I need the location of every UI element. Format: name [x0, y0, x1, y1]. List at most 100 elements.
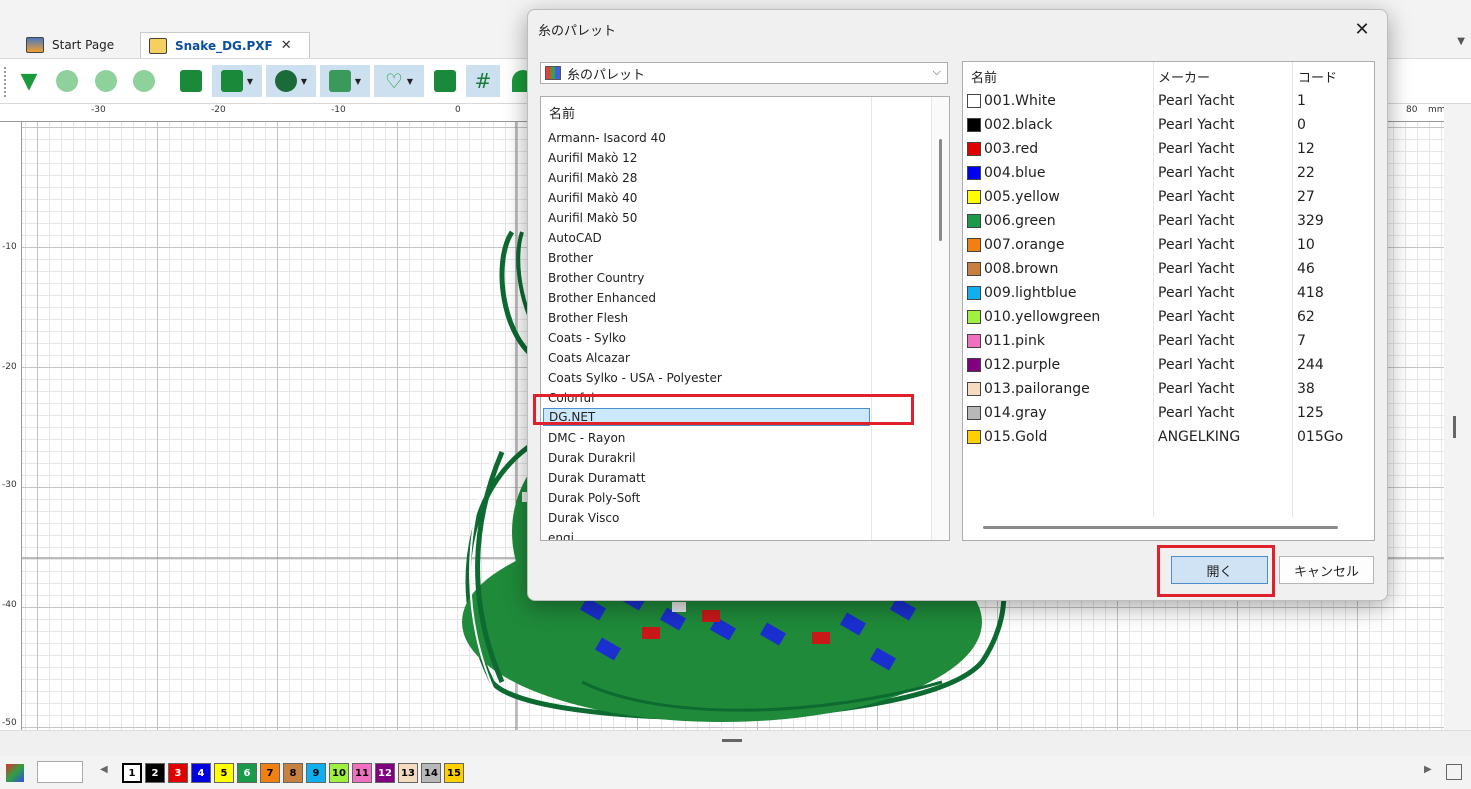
- palette-table-icon: [545, 66, 561, 80]
- thread-row[interactable]: 002.black Pearl Yacht 0: [963, 114, 1363, 138]
- thread-name: 009.lightblue: [984, 285, 1077, 301]
- column-header-maker[interactable]: メーカー: [1158, 67, 1210, 86]
- palette-list-item[interactable]: Coats - Sylko: [548, 331, 626, 345]
- palette-type-value: 糸のパレット: [567, 67, 646, 83]
- splitter-handle[interactable]: [722, 739, 742, 742]
- thread-swatch[interactable]: 6: [237, 763, 257, 783]
- thread-swatch[interactable]: 1: [122, 763, 142, 783]
- horizontal-scrollbar[interactable]: [0, 730, 1471, 756]
- palette-list-item[interactable]: engi: [548, 531, 574, 540]
- thread-swatch[interactable]: 8: [283, 763, 303, 783]
- filter-button[interactable]: ▼: [12, 65, 46, 97]
- palette-list-item[interactable]: DMC - Rayon: [548, 431, 625, 445]
- palette-list-item[interactable]: AutoCAD: [548, 231, 602, 245]
- thread-color-swatch: [967, 286, 981, 300]
- display-mode-button[interactable]: ▼: [212, 65, 262, 97]
- table-horizontal-scrollbar[interactable]: [983, 526, 1338, 529]
- thread-row[interactable]: 009.lightblue Pearl Yacht 418: [963, 282, 1363, 306]
- palette-list-item[interactable]: Aurifil Makò 50: [548, 211, 637, 225]
- select-object-button[interactable]: [428, 65, 462, 97]
- palette-list-item[interactable]: Armann- Isacord 40: [548, 131, 666, 145]
- thread-color-swatch: [967, 382, 981, 396]
- tab-list-dropdown-icon[interactable]: ▼: [1457, 36, 1465, 47]
- thread-maker: ANGELKING: [1158, 429, 1241, 445]
- thread-row[interactable]: 007.orange Pearl Yacht 10: [963, 234, 1363, 258]
- palette-list-item[interactable]: Coats Alcazar: [548, 351, 630, 365]
- thread-row[interactable]: 012.purple Pearl Yacht 244: [963, 354, 1363, 378]
- thread-row[interactable]: 004.blue Pearl Yacht 22: [963, 162, 1363, 186]
- thread-swatch[interactable]: 3: [168, 763, 188, 783]
- palette-list-item[interactable]: Brother Flesh: [548, 311, 628, 325]
- thread-swatch[interactable]: 10: [329, 763, 349, 783]
- thread-color-swatch: [967, 358, 981, 372]
- scroll-thumb[interactable]: [1453, 416, 1456, 438]
- view-button-2[interactable]: [89, 65, 123, 97]
- thread-maker: Pearl Yacht: [1158, 333, 1235, 349]
- tab-snake-dg[interactable]: Snake_DG.PXF ✕: [140, 32, 310, 58]
- stitch-button[interactable]: ▼: [320, 65, 370, 97]
- thread-row[interactable]: 011.pink Pearl Yacht 7: [963, 330, 1363, 354]
- thread-row[interactable]: 005.yellow Pearl Yacht 27: [963, 186, 1363, 210]
- thread-swatch[interactable]: 15: [444, 763, 464, 783]
- palette-list-item[interactable]: Aurifil Makò 40: [548, 191, 637, 205]
- thread-swatch[interactable]: 13: [398, 763, 418, 783]
- monitor-icon: [180, 70, 202, 92]
- thread-row[interactable]: 015.Gold ANGELKING 015Go: [963, 426, 1363, 450]
- scroll-thumb[interactable]: [939, 139, 942, 241]
- palette-list-item[interactable]: Durak Visco: [548, 511, 619, 525]
- thread-color-swatch: [967, 190, 981, 204]
- view-button-1[interactable]: [50, 65, 84, 97]
- view-button-3[interactable]: [127, 65, 161, 97]
- needle-button[interactable]: ▼: [266, 65, 316, 97]
- thread-swatch[interactable]: 4: [191, 763, 211, 783]
- thread-code: 0: [1297, 117, 1306, 133]
- column-header-name[interactable]: 名前: [971, 67, 997, 86]
- cancel-button[interactable]: キャンセル: [1279, 556, 1374, 584]
- thread-swatch[interactable]: 11: [352, 763, 372, 783]
- thread-row[interactable]: 013.pailorange Pearl Yacht 38: [963, 378, 1363, 402]
- palette-list-item[interactable]: Coats Sylko - USA - Polyester: [548, 371, 722, 385]
- palette-list-item[interactable]: Brother Country: [548, 271, 644, 285]
- palette-icon[interactable]: [6, 764, 24, 782]
- close-dialog-icon[interactable]: ✕: [1349, 16, 1375, 42]
- thread-row[interactable]: 010.yellowgreen Pearl Yacht 62: [963, 306, 1363, 330]
- thread-row[interactable]: 014.gray Pearl Yacht 125: [963, 402, 1363, 426]
- thread-row[interactable]: 006.green Pearl Yacht 329: [963, 210, 1363, 234]
- scroll-left-icon[interactable]: ◀: [100, 764, 108, 775]
- grid-toggle-button[interactable]: #: [466, 65, 500, 97]
- column-header-code[interactable]: コード: [1298, 67, 1337, 86]
- thread-row[interactable]: 001.White Pearl Yacht 1: [963, 90, 1363, 114]
- vertical-scrollbar[interactable]: [1444, 104, 1471, 730]
- palette-list-item[interactable]: Brother Enhanced: [548, 291, 656, 305]
- ruler-label: -20: [211, 105, 226, 115]
- palette-list-item[interactable]: Aurifil Makò 28: [548, 171, 637, 185]
- close-tab-icon[interactable]: ✕: [281, 38, 292, 53]
- toolbar-grip[interactable]: [4, 67, 9, 97]
- color-input[interactable]: [37, 761, 83, 783]
- palette-list-item[interactable]: Brother: [548, 251, 593, 265]
- palette-list-item[interactable]: Aurifil Makò 12: [548, 151, 637, 165]
- palette-list-item[interactable]: Durak Duramatt: [548, 471, 645, 485]
- palette-type-dropdown[interactable]: 糸のパレット ⌵: [540, 62, 948, 84]
- thread-swatch[interactable]: 5: [214, 763, 234, 783]
- palette-list-item[interactable]: Durak Poly-Soft: [548, 491, 640, 505]
- thread-color-swatch: [967, 166, 981, 180]
- thread-row[interactable]: 003.red Pearl Yacht 12: [963, 138, 1363, 162]
- thread-swatch[interactable]: 9: [306, 763, 326, 783]
- thread-swatch[interactable]: 2: [145, 763, 165, 783]
- fit-view-icon[interactable]: [1446, 764, 1462, 780]
- list-scrollbar[interactable]: [931, 97, 949, 540]
- tab-start-page[interactable]: Start Page: [18, 32, 122, 58]
- thread-color-table[interactable]: 名前 メーカー コード 001.White Pearl Yacht 1 002.bla…: [962, 61, 1375, 541]
- scroll-right-icon[interactable]: ▶: [1424, 764, 1432, 775]
- palette-list-item[interactable]: Durak Durakril: [548, 451, 636, 465]
- thread-row[interactable]: 008.brown Pearl Yacht 46: [963, 258, 1363, 282]
- eye-icon: [56, 70, 78, 92]
- heart-shape-button[interactable]: ♡ ▼: [374, 65, 424, 97]
- thread-maker: Pearl Yacht: [1158, 237, 1235, 253]
- palette-list[interactable]: 名前 Armann- Isacord 40 Aurifil Makò 12 Auri…: [540, 96, 950, 541]
- thread-swatch[interactable]: 14: [421, 763, 441, 783]
- monitor-button[interactable]: [174, 65, 208, 97]
- thread-swatch[interactable]: 7: [260, 763, 280, 783]
- thread-swatch[interactable]: 12: [375, 763, 395, 783]
